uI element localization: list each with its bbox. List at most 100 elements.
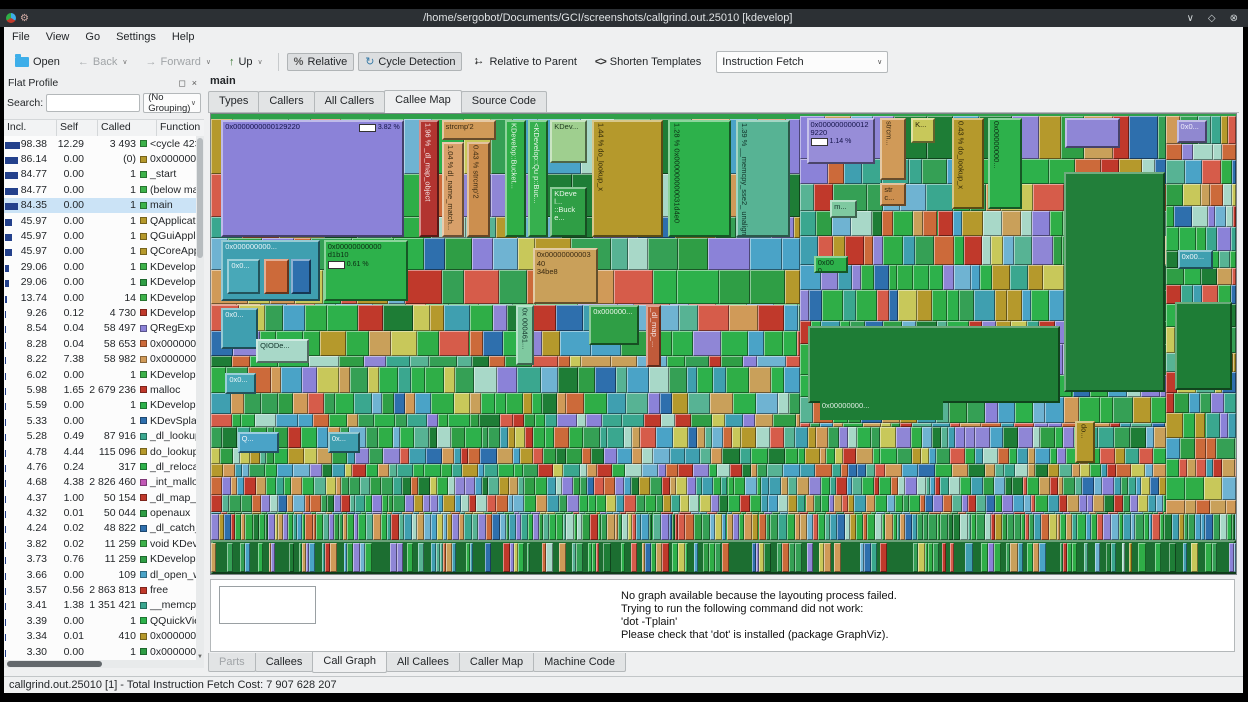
treemap-cell[interactable] <box>391 514 400 540</box>
treemap-block[interactable]: 0x0... <box>227 259 261 295</box>
treemap-cell[interactable] <box>364 356 387 367</box>
treemap-cell[interactable] <box>729 464 742 478</box>
treemap-cell[interactable] <box>974 289 996 321</box>
treemap-cell[interactable] <box>910 426 923 449</box>
treemap-cell[interactable] <box>303 448 317 465</box>
treemap-cell[interactable] <box>1232 206 1236 227</box>
treemap-cell[interactable] <box>443 495 455 512</box>
treemap-cell[interactable] <box>255 477 266 496</box>
treemap-cell[interactable] <box>251 495 262 512</box>
treemap-cell[interactable] <box>1234 459 1236 478</box>
treemap-cell[interactable] <box>749 270 785 304</box>
treemap-cell[interactable] <box>556 413 577 427</box>
treemap-cell[interactable] <box>1132 397 1151 424</box>
treemap-cell[interactable] <box>430 393 454 414</box>
treemap-cell[interactable] <box>424 367 444 393</box>
treemap-cell[interactable] <box>1130 423 1152 427</box>
treemap-cell[interactable] <box>925 184 954 211</box>
treemap-cell[interactable] <box>1103 495 1115 512</box>
treemap-cell[interactable] <box>656 426 673 449</box>
up-dropdown-icon[interactable]: ∨ <box>258 58 263 66</box>
treemap-cell[interactable] <box>687 367 698 393</box>
treemap-cell[interactable] <box>418 542 424 573</box>
table-row[interactable]: 9.260.124 730KDevelop:... <box>4 305 196 320</box>
treemap-cell[interactable] <box>1001 495 1014 512</box>
search-input[interactable] <box>46 94 141 112</box>
treemap-cell[interactable] <box>813 495 821 512</box>
treemap-block[interactable]: 0x0000000000129220 3.82 % <box>221 119 404 238</box>
treemap-cell[interactable] <box>638 477 651 496</box>
treemap-cell[interactable] <box>309 464 322 478</box>
treemap-cell[interactable] <box>456 356 472 367</box>
treemap-cell[interactable] <box>916 477 926 496</box>
treemap-cell[interactable] <box>373 514 382 540</box>
back-dropdown-icon[interactable]: ∨ <box>122 58 127 66</box>
treemap-cell[interactable] <box>399 426 414 449</box>
treemap-cell[interactable] <box>403 514 412 540</box>
treemap-cell[interactable] <box>822 289 843 321</box>
treemap-cell[interactable] <box>541 393 557 414</box>
treemap-cell[interactable] <box>1137 495 1149 512</box>
treemap-cell[interactable] <box>663 495 671 512</box>
minimize-icon[interactable]: ∨ <box>1187 13 1194 24</box>
treemap-cell[interactable] <box>535 495 548 512</box>
treemap-cell[interactable] <box>1182 144 1194 160</box>
treemap-cell[interactable] <box>1232 268 1236 285</box>
treemap-cell[interactable] <box>211 495 223 512</box>
treemap-cell[interactable] <box>980 265 993 290</box>
treemap-cell[interactable] <box>1031 210 1051 236</box>
treemap-cell[interactable] <box>1151 423 1165 427</box>
treemap-cell[interactable] <box>1002 235 1015 266</box>
treemap-cell[interactable] <box>1083 542 1088 573</box>
treemap-cell[interactable] <box>866 514 876 540</box>
treemap-cell[interactable] <box>569 356 582 367</box>
treemap-cell[interactable] <box>1027 477 1040 496</box>
treemap-cell[interactable] <box>1219 413 1229 438</box>
treemap-cell[interactable] <box>492 514 501 540</box>
treemap-cell[interactable] <box>523 413 536 427</box>
treemap-cell[interactable] <box>685 514 694 540</box>
treemap-cell[interactable] <box>935 464 953 478</box>
treemap-block[interactable]: 0x0... <box>221 308 259 349</box>
treemap-cell[interactable] <box>748 367 772 393</box>
tab-machine-code[interactable]: Machine Code <box>533 653 627 672</box>
treemap-cell[interactable] <box>898 289 917 321</box>
treemap-cell[interactable] <box>513 413 524 427</box>
treemap-cell[interactable] <box>381 393 395 414</box>
treemap-cell[interactable] <box>1002 210 1022 236</box>
treemap-cell[interactable] <box>809 289 823 321</box>
treemap-cell[interactable] <box>227 542 233 573</box>
tab-all-callers[interactable]: All Callers <box>313 91 386 112</box>
treemap-cell[interactable] <box>785 356 801 367</box>
treemap-cell[interactable] <box>340 477 350 496</box>
treemap-cell[interactable] <box>660 413 676 427</box>
treemap-cell[interactable] <box>833 423 844 427</box>
treemap-cell[interactable] <box>699 495 711 512</box>
treemap-cell[interactable] <box>621 542 625 573</box>
treemap-cell[interactable] <box>656 495 664 512</box>
treemap-cell[interactable] <box>725 367 749 393</box>
treemap-cell[interactable] <box>231 393 245 414</box>
treemap-cell[interactable] <box>1153 426 1167 449</box>
treemap-cell[interactable] <box>393 495 406 512</box>
treemap-cell[interactable] <box>870 426 880 449</box>
treemap-cell[interactable] <box>437 413 448 427</box>
treemap-cell[interactable] <box>481 426 489 449</box>
treemap-cell[interactable] <box>950 423 961 427</box>
table-row[interactable]: 8.540.0458 497QRegExp::... <box>4 321 196 336</box>
treemap-cell[interactable] <box>948 477 960 496</box>
table-row[interactable]: 98.38 12.29 3 493 <cycle 42> <box>4 136 196 151</box>
table-row[interactable]: 5.330.001KDevSplas... <box>4 413 196 428</box>
treemap-cell[interactable] <box>900 423 912 427</box>
treemap-cell[interactable] <box>1153 448 1167 465</box>
treemap-cell[interactable] <box>378 426 394 449</box>
treemap-cell[interactable] <box>1182 413 1196 438</box>
treemap-cell[interactable] <box>1112 397 1133 424</box>
treemap-cell[interactable] <box>625 464 642 478</box>
treemap-cell[interactable] <box>575 542 583 573</box>
treemap-cell[interactable] <box>236 477 245 496</box>
treemap-cell[interactable] <box>338 367 351 393</box>
treemap-block[interactable]: 0x00000000... <box>819 401 943 421</box>
treemap-cell[interactable] <box>322 514 330 540</box>
treemap-cell[interactable] <box>1227 116 1236 145</box>
